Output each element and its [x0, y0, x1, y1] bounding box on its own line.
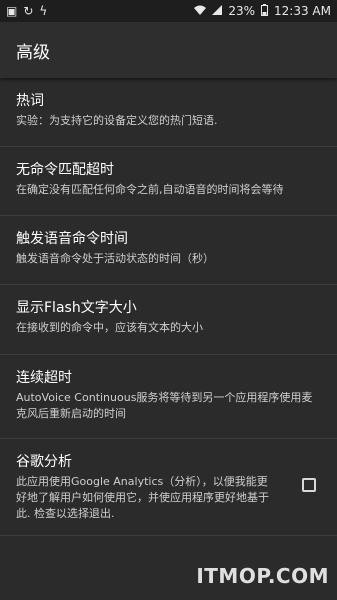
status-left: ▣ ↻ ϟ — [6, 5, 47, 17]
setting-trigger-time[interactable]: 触发语音命令时间 触发语音命令处于活动状态的时间（秒） — [0, 216, 337, 285]
wifi-icon — [194, 5, 207, 17]
signal-icon — [212, 5, 223, 17]
flash-icon: ϟ — [39, 4, 48, 18]
setting-no-match-timeout[interactable]: 无命令匹配超时 在确定没有匹配任何命令之前,自动语音的时间将会等待 — [0, 147, 337, 216]
setting-hotword[interactable]: 热词 实验：为支持它的设备定义您的热门短语. — [0, 78, 337, 147]
setting-subtitle: 触发语音命令处于活动状态的时间（秒） — [16, 252, 214, 265]
setting-subtitle: AutoVoice Continuous服务将等待到另一个应用程序使用麦克风后重… — [16, 391, 313, 420]
settings-list: 热词 实验：为支持它的设备定义您的热门短语. 无命令匹配超时 在确定没有匹配任何… — [0, 78, 337, 536]
setting-subtitle: 此应用使用Google Analytics（分析），以便我能更好地了解用户如何使… — [16, 475, 269, 520]
watermark: ITMOP.COM — [196, 564, 329, 588]
battery-icon — [261, 4, 269, 18]
page-title: 高级 — [16, 42, 50, 63]
setting-continuous-timeout[interactable]: 连续超时 AutoVoice Continuous服务将等待到另一个应用程序使用… — [0, 355, 337, 439]
setting-google-analytics[interactable]: 谷歌分析 此应用使用Google Analytics（分析），以便我能更好地了解… — [0, 439, 337, 536]
setting-subtitle: 在确定没有匹配任何命令之前,自动语音的时间将会等待 — [16, 183, 284, 196]
setting-title: 连续超时 — [16, 370, 72, 386]
setting-title: 谷歌分析 — [16, 454, 72, 470]
battery-percent: 23% — [228, 4, 256, 18]
setting-subtitle: 在接收到的命令中，应该有文本的大小 — [16, 321, 203, 334]
setting-title: 触发语音命令时间 — [16, 231, 128, 247]
image-icon: ▣ — [6, 4, 18, 18]
setting-flash-text-size[interactable]: 显示Flash文字大小 在接收到的命令中，应该有文本的大小 — [0, 285, 337, 355]
sync-icon: ↻ — [23, 4, 34, 18]
analytics-checkbox[interactable] — [302, 478, 316, 492]
setting-title: 无命令匹配超时 — [16, 162, 114, 178]
setting-title: 热词 — [16, 93, 44, 109]
status-bar: ▣ ↻ ϟ 23% 12:33 AM — [0, 0, 337, 22]
app-bar: 高级 — [0, 22, 337, 78]
clock: 12:33 AM — [274, 4, 331, 18]
setting-subtitle: 实验：为支持它的设备定义您的热门短语. — [16, 114, 218, 127]
setting-title: 显示Flash文字大小 — [16, 300, 137, 316]
status-right: 23% 12:33 AM — [194, 4, 331, 18]
